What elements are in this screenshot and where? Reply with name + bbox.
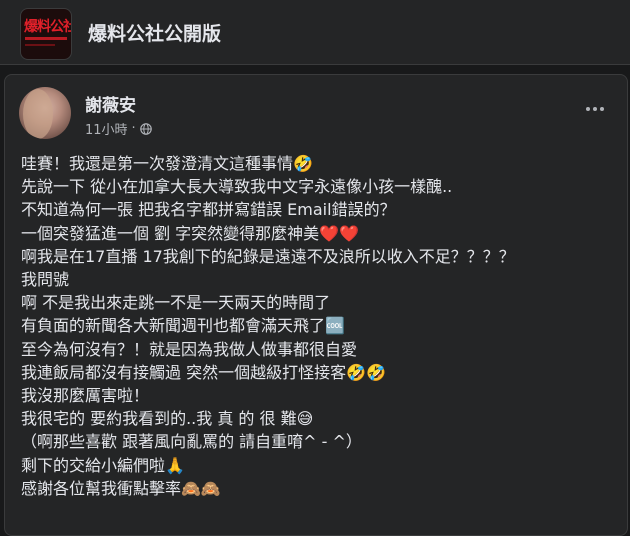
post-line: 我問號 — [21, 270, 70, 290]
author-name[interactable]: 謝薇安 — [85, 91, 136, 116]
post-body: 哇賽！我還是第一次發澄清文這種事情🤣 先說一下 從小在加拿大長大導致我中文字永遠… — [21, 152, 621, 500]
post-line: 剩下的交給小編們啦🙏 — [21, 455, 185, 475]
post-card: 謝薇安 11小時 · 哇賽！我還是第一次發澄清文這種事情🤣 先說一下 從小在加拿… — [4, 74, 628, 536]
logo-stripe-secondary — [25, 44, 55, 46]
post-line: 先說一下 從小在加拿大長大導致我中文字永遠像小孩一樣醜.. — [21, 177, 453, 197]
group-avatar[interactable]: 爆料公社 — [20, 8, 72, 60]
post-line: （啊那些喜歡 跟著風向亂罵的 請自重唷^ - ^） — [21, 432, 362, 452]
avatar-photo — [23, 89, 53, 139]
post-line: 我沒那麼厲害啦！ — [21, 386, 150, 406]
post-line: 感謝各位幫我衝點擊率🙈🙈 — [21, 478, 221, 498]
author-avatar[interactable] — [19, 87, 71, 139]
post-line: 我連飯局都沒有接觸過 突然一個越級打怪接客🤣🤣 — [21, 362, 386, 382]
post-line: 啊 不是我出來走跳一不是一天兩天的時間了 — [21, 293, 331, 313]
more-options-icon[interactable] — [581, 99, 609, 119]
meta-separator: · — [131, 121, 136, 136]
post-line: 哇賽！我還是第一次發澄清文這種事情🤣 — [21, 154, 313, 173]
group-name[interactable]: 爆料公社公開版 — [88, 19, 221, 46]
globe-icon[interactable] — [139, 122, 152, 135]
post-line: 啊我是在17直播 17我創下的紀錄是遠遠不及浪所以收入不足？？？？ — [21, 246, 515, 266]
post-timestamp[interactable]: 11小時 — [85, 119, 128, 138]
post-line: 一個突發猛進一個 劉 字突然變得那麼神美❤️❤️ — [21, 223, 360, 243]
post-line: 有負面的新聞各大新聞週刊也都會滿天飛了🆒 — [21, 316, 345, 336]
post-line: 至今為何沒有？！就是因為我做人做事都很自愛 — [21, 339, 358, 359]
group-header: 爆料公社 爆料公社公開版 — [0, 0, 630, 65]
group-logo-text: 爆料公社 — [24, 19, 72, 35]
post-line: 我很宅的 要約我看到的..我 真 的 很 難😅 — [21, 409, 314, 429]
post-line: 不知道為何一張 把我名字都拼寫錯誤 Email錯誤的？ — [21, 200, 396, 220]
post-meta: 11小時 · — [85, 119, 152, 138]
logo-stripe — [25, 37, 67, 40]
